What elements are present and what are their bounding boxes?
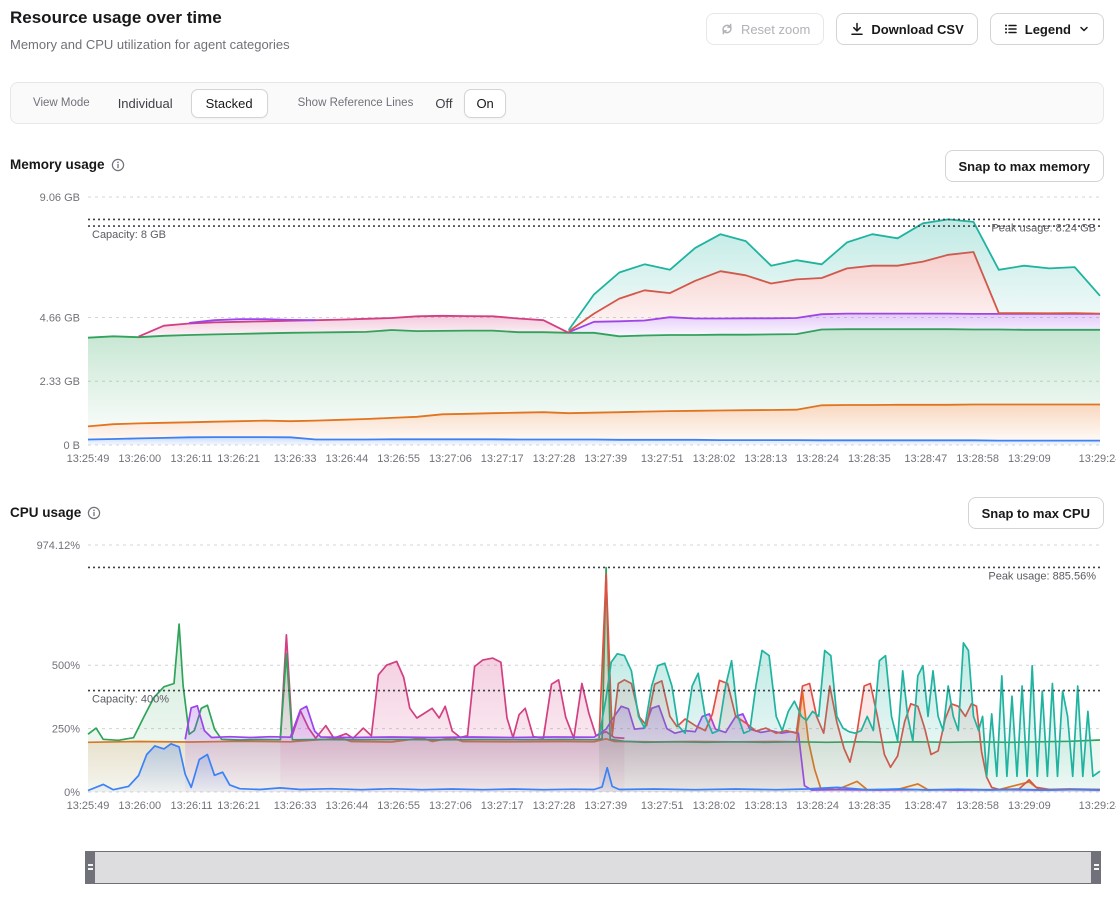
svg-text:13:27:39: 13:27:39 (584, 453, 627, 465)
download-csv-button[interactable]: Download CSV (836, 13, 977, 45)
download-csv-label: Download CSV (871, 22, 963, 37)
svg-text:9.06 GB: 9.06 GB (40, 192, 80, 204)
svg-text:13:27:51: 13:27:51 (641, 453, 684, 465)
svg-text:13:27:17: 13:27:17 (481, 453, 524, 465)
reference-option-on[interactable]: On (464, 89, 505, 118)
list-icon (1004, 22, 1018, 36)
svg-text:13:26:00: 13:26:00 (118, 800, 161, 812)
page-title: Resource usage over time (10, 8, 222, 28)
cpu-usage-chart[interactable]: 974.12% 500% 250% 0%13:25:49 13:26:00 13:26:1… (0, 536, 1116, 818)
svg-text:13:26:44: 13:26:44 (325, 453, 368, 465)
snap-to-max-memory-button[interactable]: Snap to max memory (945, 150, 1105, 182)
view-mode-label: View Mode (33, 97, 90, 109)
svg-text:13:27:06: 13:27:06 (429, 800, 472, 812)
brush-handle-left[interactable] (85, 851, 95, 884)
info-icon[interactable] (87, 506, 101, 520)
svg-text:2.33 GB: 2.33 GB (40, 376, 80, 388)
svg-text:13:27:39: 13:27:39 (584, 800, 627, 812)
svg-text:Peak usage: 8.24 GB: Peak usage: 8.24 GB (991, 222, 1096, 234)
svg-text:13:26:44: 13:26:44 (325, 800, 368, 812)
download-icon (850, 22, 864, 36)
svg-text:13:28:47: 13:28:47 (904, 453, 947, 465)
svg-text:13:27:06: 13:27:06 (429, 453, 472, 465)
memory-section-title: Memory usage (10, 157, 125, 172)
svg-text:13:26:21: 13:26:21 (217, 800, 260, 812)
svg-text:0%: 0% (64, 787, 80, 799)
svg-text:13:26:55: 13:26:55 (377, 453, 420, 465)
legend-button[interactable]: Legend (990, 13, 1104, 45)
svg-text:13:26:11: 13:26:11 (171, 800, 213, 812)
svg-text:13:26:55: 13:26:55 (377, 800, 420, 812)
refresh-icon (720, 22, 734, 36)
info-icon[interactable] (111, 158, 125, 172)
show-reference-lines-label: Show Reference Lines (298, 97, 414, 109)
reset-zoom-label: Reset zoom (741, 22, 810, 37)
svg-text:13:28:47: 13:28:47 (904, 800, 947, 812)
svg-text:13:28:35: 13:28:35 (848, 800, 891, 812)
svg-text:13:28:58: 13:28:58 (956, 800, 999, 812)
svg-text:974.12%: 974.12% (37, 540, 81, 552)
svg-text:13:26:21: 13:26:21 (217, 453, 260, 465)
svg-text:4.66 GB: 4.66 GB (40, 312, 80, 324)
snap-to-max-cpu-button[interactable]: Snap to max CPU (968, 497, 1104, 529)
reset-zoom-button[interactable]: Reset zoom (706, 13, 824, 45)
svg-text:250%: 250% (52, 724, 80, 736)
cpu-section-title: CPU usage (10, 505, 101, 520)
svg-text:13:29:09: 13:29:09 (1008, 800, 1051, 812)
svg-text:13:28:24: 13:28:24 (796, 800, 839, 812)
reference-option-off[interactable]: Off (435, 96, 452, 111)
svg-text:13:29:24: 13:29:24 (1079, 453, 1116, 465)
svg-text:13:26:33: 13:26:33 (274, 453, 317, 465)
svg-text:500%: 500% (52, 660, 80, 672)
svg-text:13:28:13: 13:28:13 (744, 800, 787, 812)
svg-text:13:26:11: 13:26:11 (171, 453, 213, 465)
memory-usage-chart[interactable]: 9.06 GB 4.66 GB 2.33 GB 0 B13:25:49 13:26:00… (0, 190, 1116, 472)
chevron-down-icon (1078, 23, 1090, 35)
time-range-brush[interactable] (85, 851, 1101, 884)
memory-usage-heading: Memory usage (10, 157, 105, 172)
view-controls-bar: View Mode Individual Stacked Show Refere… (10, 82, 1104, 124)
svg-text:13:26:33: 13:26:33 (274, 800, 317, 812)
svg-text:13:28:24: 13:28:24 (796, 453, 839, 465)
svg-text:13:25:49: 13:25:49 (67, 453, 110, 465)
svg-text:13:29:09: 13:29:09 (1008, 453, 1051, 465)
svg-text:13:28:35: 13:28:35 (848, 453, 891, 465)
svg-text:13:27:51: 13:27:51 (641, 800, 684, 812)
view-mode-option-individual[interactable]: Individual (118, 96, 173, 111)
page-subtitle: Memory and CPU utilization for agent cat… (10, 37, 290, 52)
brush-handle-right[interactable] (1091, 851, 1101, 884)
svg-text:13:27:28: 13:27:28 (533, 453, 576, 465)
svg-text:13:29:24: 13:29:24 (1079, 800, 1116, 812)
svg-text:13:28:02: 13:28:02 (693, 800, 736, 812)
svg-text:13:27:28: 13:27:28 (533, 800, 576, 812)
cpu-usage-heading: CPU usage (10, 505, 81, 520)
svg-text:13:25:49: 13:25:49 (67, 800, 110, 812)
svg-text:0 B: 0 B (63, 440, 80, 452)
svg-text:13:27:17: 13:27:17 (481, 800, 524, 812)
legend-label: Legend (1025, 22, 1071, 37)
svg-text:13:28:02: 13:28:02 (693, 453, 736, 465)
toolbar: Reset zoom Download CSV Legend (706, 13, 1104, 45)
svg-text:Capacity: 8 GB: Capacity: 8 GB (92, 229, 166, 241)
svg-text:13:28:13: 13:28:13 (744, 453, 787, 465)
svg-text:13:26:00: 13:26:00 (118, 453, 161, 465)
svg-text:13:28:58: 13:28:58 (956, 453, 999, 465)
svg-text:Capacity: 400%: Capacity: 400% (92, 694, 169, 706)
resource-usage-page: Resource usage over time Memory and CPU … (0, 0, 1116, 906)
view-mode-option-stacked[interactable]: Stacked (191, 89, 268, 118)
svg-text:Peak usage: 885.56%: Peak usage: 885.56% (988, 570, 1096, 582)
